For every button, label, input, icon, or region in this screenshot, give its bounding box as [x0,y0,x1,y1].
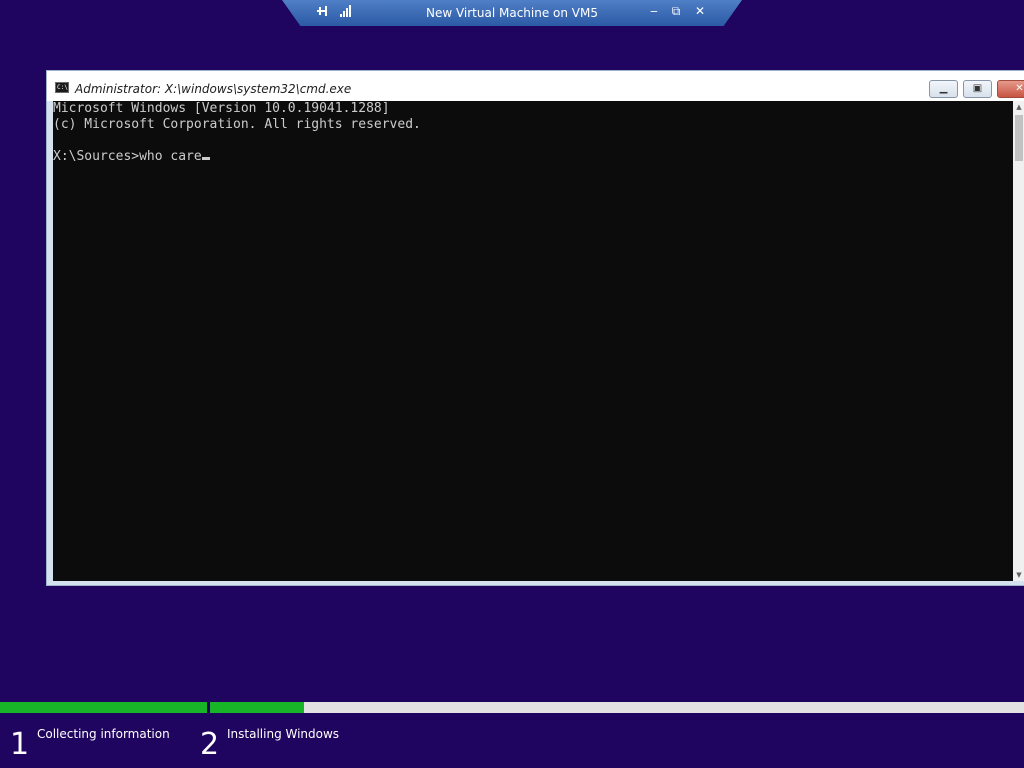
remote-close-button[interactable]: ✕ [692,4,708,18]
progress-fill-collecting [0,702,207,713]
step-label: Installing Windows [227,727,340,741]
step-number: 2 [200,727,220,762]
console-prompt-line: X:\Sources>who care [53,149,1013,165]
scroll-down-icon[interactable]: ▼ [1013,569,1024,581]
console-line: (c) Microsoft Corporation. All rights re… [53,117,421,132]
console-output[interactable]: Microsoft Windows [Version 10.0.19041.12… [53,101,1013,581]
vertical-scrollbar[interactable]: ▲ ▼ [1013,101,1024,581]
scroll-up-icon[interactable]: ▲ [1013,101,1024,113]
cmd-window: C:\ Administrator: X:\windows\system32\c… [46,70,1024,586]
step-label: Collecting information [37,727,170,741]
cmd-app-icon[interactable]: C:\ [55,82,69,93]
text-cursor [201,157,210,160]
progress-fill-installing [210,702,304,713]
remote-minimize-button[interactable]: ‒ [646,4,662,18]
close-button[interactable]: ✕ [997,80,1024,98]
progress-segment-collecting [0,702,207,713]
window-title: Administrator: X:\windows\system32\cmd.e… [75,82,352,96]
console-line: Microsoft Windows [Version 10.0.19041.12… [53,101,390,116]
scrollbar-thumb[interactable] [1015,115,1023,161]
minimize-button[interactable]: ▁ [929,80,958,98]
setup-progress-bar [0,702,1024,713]
progress-segment-installing [210,702,1024,713]
console-command-text: X:\Sources>who care [53,149,202,164]
window-titlebar[interactable]: C:\ Administrator: X:\windows\system32\c… [47,71,1024,101]
step-number: 1 [10,727,30,762]
remote-restore-button[interactable]: ⧉ [668,4,684,19]
remote-connection-bar: New Virtual Machine on VM5 ‒ ⧉ ✕ [282,0,742,26]
maximize-button[interactable]: ▣ [963,80,992,98]
